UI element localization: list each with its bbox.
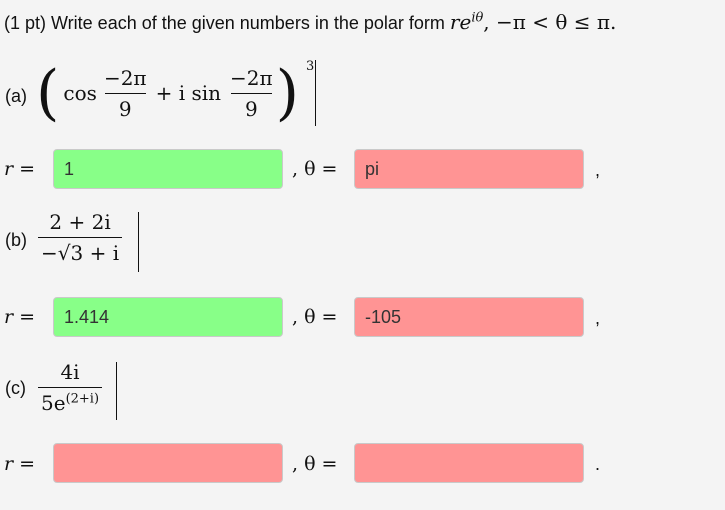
theta-input-a[interactable] [354, 149, 584, 189]
cursor-line [315, 60, 316, 126]
theta-label-b: , θ = [292, 306, 338, 328]
fraction-c: 4i 5e(2+i) [38, 360, 103, 415]
part-c-label: (c) [5, 378, 26, 398]
fraction-c-num: 4i [60, 360, 80, 384]
part-b-label: (b) [5, 230, 27, 250]
trailing-comma-a: , [595, 160, 601, 180]
right-paren: ) [275, 58, 300, 128]
fraction-b: 2 + 2i −√3 + i [38, 210, 123, 265]
fraction-a1-den: 9 [104, 92, 146, 121]
fraction-a2: −2π 9 [227, 66, 276, 121]
r-input-b[interactable] [53, 297, 283, 337]
fraction-b-den: −√3 + i [38, 237, 123, 265]
trailing-period-c: . [595, 454, 601, 474]
fraction-c-den-exp: (2+i) [65, 391, 100, 407]
cos-text: cos [63, 81, 97, 105]
r-label-c: r = [4, 453, 36, 475]
angle-constraint: , −π < θ ≤ π. [483, 10, 617, 34]
fraction-a2-den: 9 [230, 92, 272, 121]
r-input-a[interactable] [53, 149, 283, 189]
part-b-expression: 2 + 2i −√3 + i [38, 210, 123, 265]
left-paren: ( [36, 58, 60, 128]
fraction-a1: −2π 9 [101, 66, 150, 121]
part-c-expression: 4i 5e(2+i) [38, 360, 103, 415]
fraction-a1-num: −2π [103, 65, 147, 90]
cursor-line-c [116, 362, 117, 420]
r-label-a: r = [4, 158, 36, 180]
theta-input-c[interactable] [354, 443, 584, 483]
r-label-b: r = [4, 306, 36, 328]
cursor-line-b [138, 212, 139, 272]
question-text: (1 pt) Write each of the given numbers i… [4, 10, 616, 34]
polar-form-exponent: iθ [471, 10, 484, 26]
theta-label-c: , θ = [292, 453, 338, 475]
polar-form-base: re [449, 10, 472, 34]
trailing-comma-b: , [595, 308, 601, 328]
part-a-label: (a) [5, 86, 27, 106]
fraction-c-den: 5e(2+i) [38, 387, 103, 415]
part-a-expression: ( cos −2π 9 + i sin −2π 9 ) [36, 58, 299, 128]
polar-form-math: reiθ [450, 10, 483, 34]
question-prefix: (1 pt) Write each of the given numbers i… [4, 13, 445, 33]
fraction-c-den-base: 5e [41, 391, 66, 415]
theta-label-a: , θ = [292, 158, 338, 180]
r-input-c[interactable] [53, 443, 283, 483]
fraction-b-num: 2 + 2i [49, 210, 111, 234]
fraction-a2-num: −2π [230, 65, 273, 90]
power-3: 3 [306, 59, 315, 74]
i-sin-text: + i sin [155, 81, 221, 105]
theta-input-b[interactable] [354, 297, 584, 337]
